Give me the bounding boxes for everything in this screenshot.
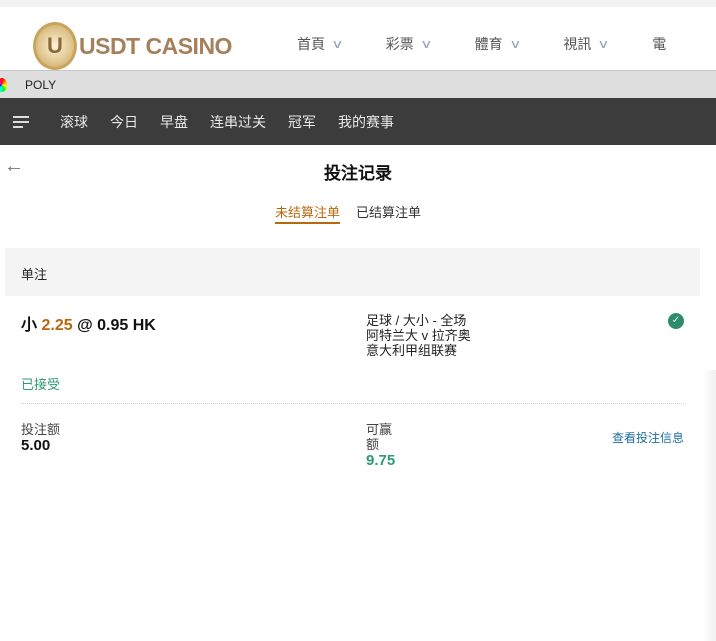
sports-tab-early[interactable]: 早盘 bbox=[160, 112, 188, 132]
tab-unsettled[interactable]: 未结算注单 bbox=[274, 193, 340, 224]
back-arrow-icon[interactable]: ← bbox=[4, 155, 24, 178]
logo-emblem: U bbox=[33, 22, 77, 70]
bet-tabs: 未结算注单 已结算注单 bbox=[0, 193, 716, 233]
nav-lottery[interactable]: 彩票 ∨ bbox=[385, 34, 433, 54]
sports-tab-outright[interactable]: 冠军 bbox=[288, 112, 316, 132]
sports-tab-parlay[interactable]: 连串过关 bbox=[210, 112, 266, 132]
stake-value: 5.00 bbox=[21, 437, 51, 454]
tab-settled[interactable]: 已结算注单 bbox=[356, 193, 421, 233]
logo-text: USDT CASINO bbox=[79, 32, 232, 59]
bet-league: 意大利甲组联赛 bbox=[366, 343, 458, 358]
chevron-down-icon: ∨ bbox=[420, 37, 433, 51]
divider bbox=[21, 403, 684, 404]
bet-info: 足球 / 大小 - 全场 阿特兰大 v 拉齐奥 意大利甲组联赛 bbox=[366, 313, 471, 358]
sports-nav: 滚球 今日 早盘 连串过关 冠军 我的赛事 bbox=[0, 98, 716, 145]
win-label: 可赢额 bbox=[366, 422, 393, 452]
logo[interactable]: U USDT CASINO bbox=[33, 22, 232, 70]
nav-label: 彩票 bbox=[385, 36, 414, 52]
bet-odds: 0.95 HK bbox=[97, 317, 156, 334]
nav-video[interactable]: 視訊 ∨ bbox=[563, 34, 610, 54]
section-header: 单注 bbox=[5, 248, 700, 296]
win-block: 可赢额 9.75 bbox=[366, 422, 396, 469]
win-value: 9.75 bbox=[366, 452, 396, 469]
side-shadow bbox=[702, 370, 716, 641]
provider-label: POLY bbox=[25, 77, 57, 92]
bet-selection: 小 2.25 @ 0.95 HK bbox=[21, 311, 156, 335]
chevron-down-icon: ∨ bbox=[508, 37, 522, 51]
sports-tab-today[interactable]: 今日 bbox=[110, 112, 138, 132]
bet-match: 阿特兰大 v 拉齐奥 bbox=[366, 328, 471, 343]
page-title: 投注记录 bbox=[324, 164, 392, 183]
view-bet-details-link[interactable]: 查看投注信息 bbox=[612, 429, 684, 446]
nav-label: 體育 bbox=[474, 36, 503, 52]
nav-home[interactable]: 首頁 ∨ bbox=[297, 34, 344, 54]
provider-bar: POLY bbox=[0, 71, 716, 98]
bet-pick: 小 bbox=[21, 317, 38, 334]
nav-sports[interactable]: 體育 ∨ bbox=[474, 34, 522, 54]
bet-line: 2.25 bbox=[41, 317, 73, 334]
poly-logo-icon bbox=[0, 77, 7, 92]
nav-label: 視訊 bbox=[563, 36, 592, 52]
stake-block: 投注额 5.00 bbox=[21, 422, 60, 454]
nav-label: 首頁 bbox=[297, 36, 325, 52]
main-nav: 首頁 ∨ 彩票 ∨ 體育 ∨ 視訊 ∨ 電 bbox=[297, 34, 710, 54]
chevron-down-icon: ∨ bbox=[597, 37, 610, 51]
bet-market: 足球 / 大小 - 全场 bbox=[366, 313, 467, 328]
bet-card: 小 2.25 @ 0.95 HK 足球 / 大小 - 全场 阿特兰大 v 拉齐奥… bbox=[0, 296, 716, 496]
bet-at: @ bbox=[77, 317, 93, 334]
stake-label: 投注额 bbox=[21, 422, 61, 437]
menu-icon[interactable] bbox=[13, 113, 29, 131]
sports-tab-my-events[interactable]: 我的赛事 bbox=[338, 112, 394, 132]
chevron-down-icon: ∨ bbox=[331, 37, 344, 51]
top-strip bbox=[0, 0, 716, 7]
site-header: U USDT CASINO 首頁 ∨ 彩票 ∨ 體育 ∨ 視訊 ∨ 電 bbox=[0, 7, 716, 71]
bet-status: 已接受 bbox=[21, 377, 61, 392]
check-circle-icon: ✓ bbox=[668, 313, 684, 329]
nav-more[interactable]: 電 bbox=[652, 34, 666, 54]
sports-tab-live[interactable]: 滚球 bbox=[60, 112, 88, 132]
page-header: ← 投注记录 bbox=[0, 145, 716, 193]
nav-label: 電 bbox=[652, 36, 667, 52]
